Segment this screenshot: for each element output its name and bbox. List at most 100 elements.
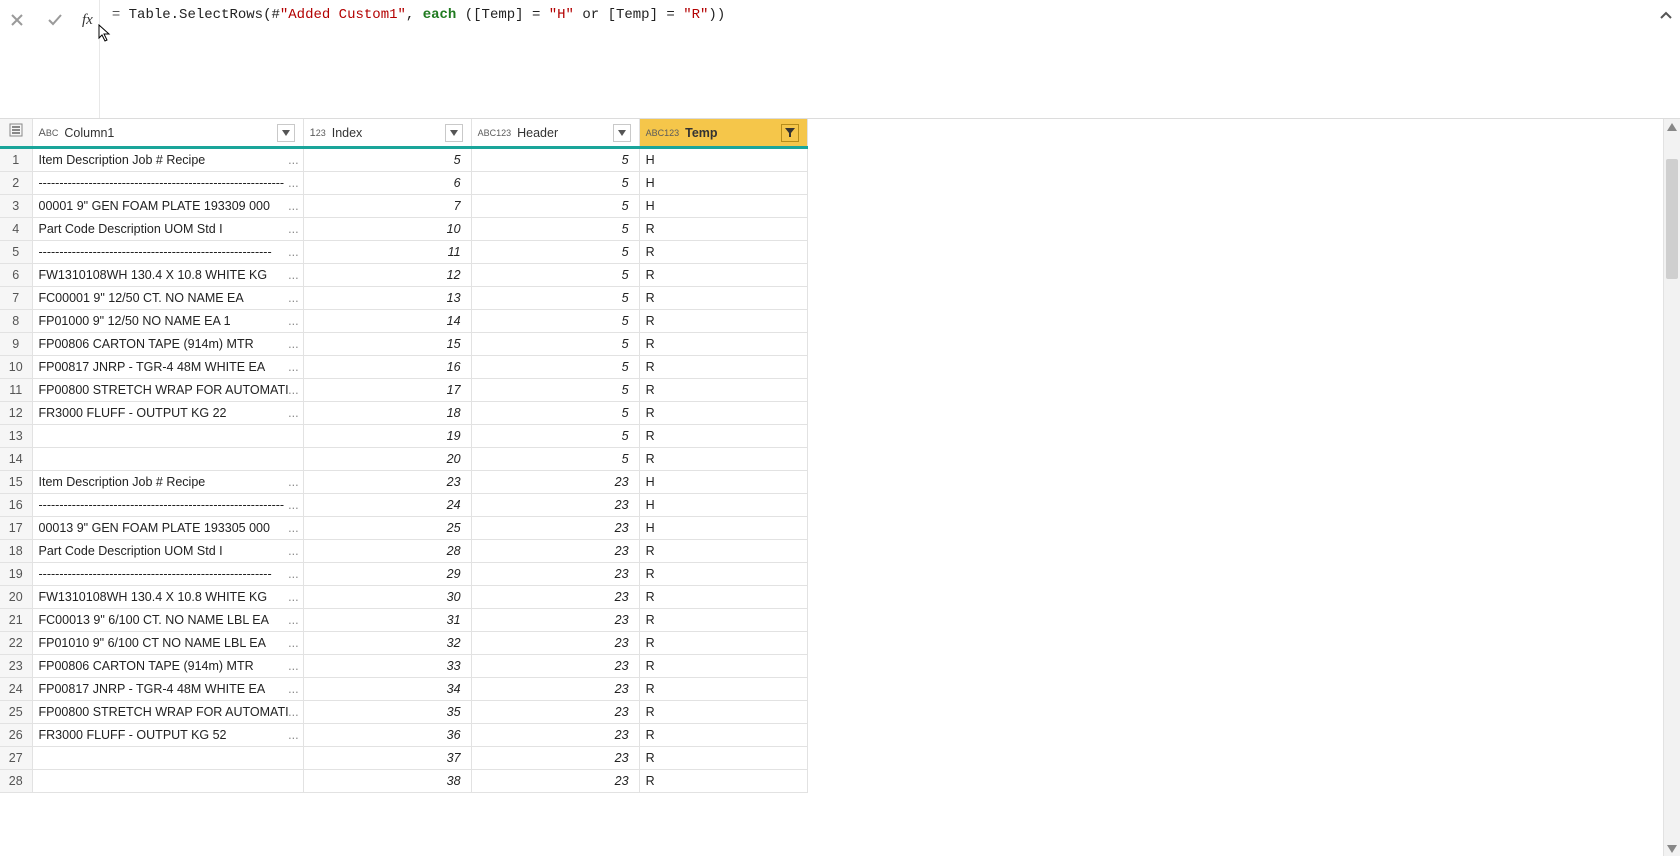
cell-header[interactable]: 5	[471, 310, 639, 333]
cell-column1[interactable]: ----------------------------------------…	[32, 563, 303, 586]
table-row[interactable]: 1700013 9" GEN FOAM PLATE 193305 000...2…	[0, 517, 807, 540]
cell-index[interactable]: 29	[303, 563, 471, 586]
cell-temp[interactable]: H	[639, 195, 807, 218]
cell-index[interactable]: 33	[303, 655, 471, 678]
table-corner[interactable]	[0, 119, 32, 148]
table-row[interactable]: 12 FR3000 FLUFF - OUTPUT KG 22...185R	[0, 402, 807, 425]
cell-index[interactable]: 34	[303, 678, 471, 701]
cell-temp[interactable]: H	[639, 517, 807, 540]
row-number[interactable]: 23	[0, 655, 32, 678]
scroll-down-icon[interactable]	[1664, 841, 1680, 856]
table-row[interactable]: 15Item Description Job # Recipe...2323H	[0, 471, 807, 494]
cell-column1[interactable]: FP00806 CARTON TAPE (914m) MTR ...	[32, 333, 303, 356]
cell-column1[interactable]: FP00800 STRETCH WRAP FOR AUTOMATI ...	[32, 379, 303, 402]
cell-index[interactable]: 12	[303, 264, 471, 287]
cell-header[interactable]: 23	[471, 563, 639, 586]
cell-header[interactable]: 5	[471, 448, 639, 471]
cell-header[interactable]: 23	[471, 655, 639, 678]
scroll-up-icon[interactable]	[1664, 119, 1680, 135]
formula-input[interactable]: = Table.SelectRows(#"Added Custom1", eac…	[99, 0, 1652, 118]
cell-temp[interactable]: H	[639, 148, 807, 172]
column-header-temp[interactable]: ABC123 Temp	[639, 119, 807, 148]
column-header-header[interactable]: ABC123 Header	[471, 119, 639, 148]
table-row[interactable]: 23 FP00806 CARTON TAPE (914m) MTR ...332…	[0, 655, 807, 678]
cell-temp[interactable]: R	[639, 609, 807, 632]
row-number[interactable]: 8	[0, 310, 32, 333]
cell-index[interactable]: 30	[303, 586, 471, 609]
cell-temp[interactable]: R	[639, 310, 807, 333]
cell-temp[interactable]: R	[639, 655, 807, 678]
cell-header[interactable]: 5	[471, 425, 639, 448]
table-row[interactable]: 24 FP00817 JNRP - TGR-4 48M WHITE EA ...…	[0, 678, 807, 701]
cell-temp[interactable]: R	[639, 425, 807, 448]
table-row[interactable]: 1Item Description Job # Recipe...55H	[0, 148, 807, 172]
row-number[interactable]: 5	[0, 241, 32, 264]
cell-column1[interactable]: FW1310108WH 130.4 X 10.8 WHITE KG ...	[32, 264, 303, 287]
row-number[interactable]: 17	[0, 517, 32, 540]
cell-column1[interactable]: ----------------------------------------…	[32, 172, 303, 195]
row-number[interactable]: 7	[0, 287, 32, 310]
confirm-icon[interactable]	[44, 9, 66, 31]
vertical-scrollbar[interactable]	[1663, 119, 1680, 856]
cell-index[interactable]: 18	[303, 402, 471, 425]
cell-temp[interactable]: R	[639, 563, 807, 586]
cell-index[interactable]: 10	[303, 218, 471, 241]
table-row[interactable]: 22 FP01010 9" 6/100 CT NO NAME LBL EA ..…	[0, 632, 807, 655]
cell-column1[interactable]: FP00817 JNRP - TGR-4 48M WHITE EA ...	[32, 678, 303, 701]
table-row[interactable]: 18 Part Code Description UOM Std I...282…	[0, 540, 807, 563]
cell-index[interactable]: 7	[303, 195, 471, 218]
cell-header[interactable]: 5	[471, 172, 639, 195]
cell-temp[interactable]: R	[639, 678, 807, 701]
table-row[interactable]: 26 FR3000 FLUFF - OUTPUT KG 52...3623R	[0, 724, 807, 747]
cell-index[interactable]: 14	[303, 310, 471, 333]
cell-temp[interactable]: R	[639, 448, 807, 471]
row-number[interactable]: 6	[0, 264, 32, 287]
row-number[interactable]: 12	[0, 402, 32, 425]
cell-index[interactable]: 15	[303, 333, 471, 356]
filter-active-icon[interactable]	[781, 124, 799, 142]
cell-column1[interactable]: FP01010 9" 6/100 CT NO NAME LBL EA ...	[32, 632, 303, 655]
row-number[interactable]: 13	[0, 425, 32, 448]
row-number[interactable]: 24	[0, 678, 32, 701]
cell-column1[interactable]: 00013 9" GEN FOAM PLATE 193305 000...	[32, 517, 303, 540]
filter-dropdown-icon[interactable]	[613, 124, 631, 142]
cancel-icon[interactable]	[6, 9, 28, 31]
cell-header[interactable]: 5	[471, 218, 639, 241]
cell-column1[interactable]: Item Description Job # Recipe...	[32, 148, 303, 172]
cell-header[interactable]: 23	[471, 678, 639, 701]
table-row[interactable]: 19 -------------------------------------…	[0, 563, 807, 586]
table-row[interactable]: 27 ...3723R	[0, 747, 807, 770]
cell-column1[interactable]: FP00800 STRETCH WRAP FOR AUTOMATI ...	[32, 701, 303, 724]
cell-header[interactable]: 5	[471, 356, 639, 379]
cell-index[interactable]: 37	[303, 747, 471, 770]
cell-index[interactable]: 38	[303, 770, 471, 793]
cell-temp[interactable]: R	[639, 287, 807, 310]
table-row[interactable]: 14 ...205R	[0, 448, 807, 471]
table-row[interactable]: 8 FP01000 9" 12/50 NO NAME EA 1...145R	[0, 310, 807, 333]
table-row[interactable]: 2---------------------------------------…	[0, 172, 807, 195]
cell-index[interactable]: 11	[303, 241, 471, 264]
cell-temp[interactable]: R	[639, 379, 807, 402]
cell-temp[interactable]: R	[639, 724, 807, 747]
row-number[interactable]: 4	[0, 218, 32, 241]
cell-header[interactable]: 5	[471, 402, 639, 425]
cell-header[interactable]: 23	[471, 494, 639, 517]
table-row[interactable]: 9 FP00806 CARTON TAPE (914m) MTR ...155R	[0, 333, 807, 356]
column-header-column1[interactable]: ABC Column1	[32, 119, 303, 148]
table-row[interactable]: 13 ...195R	[0, 425, 807, 448]
cell-index[interactable]: 23	[303, 471, 471, 494]
cell-column1[interactable]: FR3000 FLUFF - OUTPUT KG 22...	[32, 402, 303, 425]
cell-temp[interactable]: R	[639, 356, 807, 379]
row-number[interactable]: 9	[0, 333, 32, 356]
row-number[interactable]: 20	[0, 586, 32, 609]
filter-dropdown-icon[interactable]	[277, 124, 295, 142]
cell-header[interactable]: 23	[471, 609, 639, 632]
cell-header[interactable]: 23	[471, 471, 639, 494]
cell-column1[interactable]: ----------------------------------------…	[32, 241, 303, 264]
cell-column1[interactable]: ...	[32, 448, 303, 471]
cell-column1[interactable]: FR3000 FLUFF - OUTPUT KG 52...	[32, 724, 303, 747]
cell-index[interactable]: 13	[303, 287, 471, 310]
cell-column1[interactable]: ...	[32, 770, 303, 793]
cell-header[interactable]: 23	[471, 632, 639, 655]
cell-header[interactable]: 5	[471, 333, 639, 356]
